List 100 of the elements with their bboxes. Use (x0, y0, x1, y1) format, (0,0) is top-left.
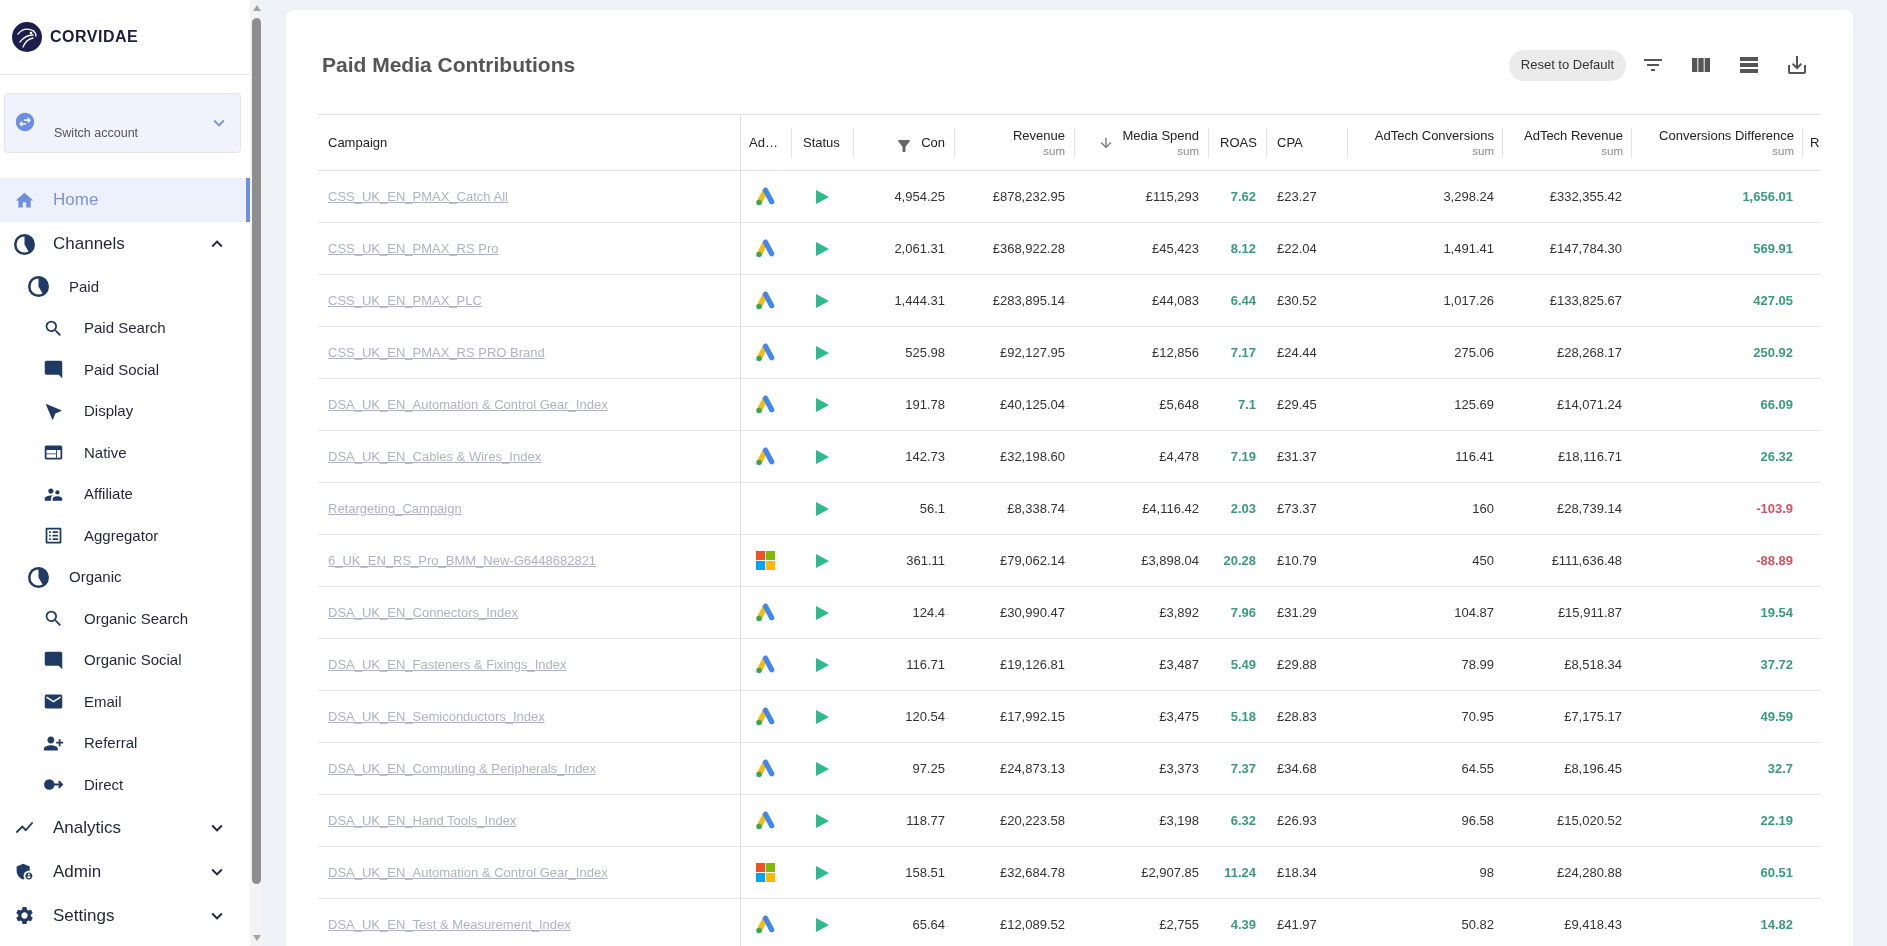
column-header[interactable]: ROAS (1209, 115, 1266, 170)
letter-a-logo-icon (755, 447, 776, 466)
nav-item[interactable]: Paid (0, 266, 250, 308)
conversions-value: 118.77 (906, 811, 945, 830)
account-switcher[interactable]: Switch account (4, 93, 241, 153)
cpa-value: £22.04 (1277, 239, 1317, 258)
pie-chart-icon (28, 276, 49, 298)
adtech-conversions-value: 50.82 (1461, 915, 1494, 934)
conversions-value: 65.64 (912, 915, 945, 934)
reset-button[interactable]: Reset to Default (1508, 49, 1626, 81)
nav-item[interactable]: Affiliate (0, 473, 250, 515)
revenue-value: £30,990.47 (999, 603, 1065, 622)
cpa-value: £24.44 (1277, 343, 1317, 362)
nav-item[interactable]: Direct (0, 764, 250, 806)
nav-item[interactable]: Display (0, 390, 250, 432)
conversions-value: 116.71 (906, 655, 945, 674)
adtech-conversions-value: 1,491.41 (1443, 239, 1494, 258)
nav-item[interactable]: Analytics (0, 805, 250, 850)
conversions-difference-value: -88.89 (1756, 551, 1793, 570)
nav-item[interactable]: Paid Search (0, 307, 250, 349)
adtech-conversions-value: 78.99 (1461, 655, 1494, 674)
media-spend-value: £2,755 (1159, 915, 1199, 934)
media-spend-value: £4,116.42 (1142, 499, 1199, 518)
conversions-difference-value: 32.7 (1767, 759, 1793, 778)
conversions-value: 120.54 (905, 707, 945, 726)
letter-a-logo-icon (755, 759, 776, 778)
column-header[interactable]: Media Spend sum (1075, 115, 1208, 170)
roas-value: 5.18 (1230, 707, 1256, 726)
adtech-revenue-value: £15,020.52 (1556, 811, 1622, 830)
media-spend-value: £115,293 (1145, 187, 1199, 206)
revenue-value: £92,127.95 (999, 343, 1065, 362)
revenue-value: £32,198.60 (999, 447, 1065, 466)
conversions-difference-value: 250.92 (1753, 343, 1793, 362)
scrollbar[interactable] (250, 0, 263, 946)
letter-a-logo-icon (755, 343, 776, 362)
download-icon[interactable] (1785, 53, 1809, 77)
revenue-value: £32,684.78 (999, 863, 1065, 882)
conversions-difference-value: 19.54 (1760, 603, 1793, 622)
nav-item[interactable]: Admin (0, 849, 250, 894)
conversions-value: 191.78 (905, 395, 945, 414)
speech-bubble-icon (43, 649, 64, 671)
conversions-value: 56.1 (919, 499, 945, 518)
adtech-revenue-value: £15,911.87 (1557, 603, 1622, 622)
adtech-revenue-value: £111,636.48 (1551, 551, 1622, 570)
column-header[interactable]: Con (854, 115, 954, 170)
adtech-conversions-value: 70.95 (1461, 707, 1494, 726)
four-squares-logo-icon (756, 863, 775, 882)
revenue-value: £878,232.95 (992, 187, 1065, 206)
nav-item[interactable]: Referral (0, 722, 250, 764)
roas-value: 7.17 (1230, 343, 1256, 362)
adtech-revenue-value: £9,418.43 (1564, 915, 1622, 934)
column-header[interactable]: AdTech Revenue sum (1503, 115, 1631, 170)
roas-value: 5.49 (1230, 655, 1256, 674)
column-header[interactable]: Conversions Difference sum (1632, 115, 1802, 170)
letter-a-logo-icon (755, 707, 776, 726)
cpa-value: £29.88 (1277, 655, 1317, 674)
adtech-revenue-value: £133,825.67 (1549, 291, 1622, 310)
column-header[interactable]: Ad… (741, 115, 791, 170)
adtech-conversions-value: 1,017.26 (1443, 291, 1494, 310)
adtech-conversions-value: 116.41 (1455, 447, 1494, 466)
letter-a-logo-icon (755, 395, 776, 414)
roas-value: 6.32 (1230, 811, 1256, 830)
conversions-value: 97.25 (912, 759, 945, 778)
column-header[interactable]: R (1803, 115, 1821, 170)
nav-item[interactable]: Channels (0, 222, 250, 266)
cpa-value: £18.34 (1277, 863, 1317, 882)
cpa-value: £31.29 (1277, 603, 1317, 622)
nav-item[interactable]: Organic Social (0, 639, 250, 681)
nav-item[interactable]: Settings (0, 893, 250, 938)
conversions-difference-value: 569.91 (1753, 239, 1793, 258)
letter-a-logo-icon (755, 915, 776, 934)
media-spend-value: £3,487 (1159, 655, 1199, 674)
nav-item[interactable]: Email (0, 681, 250, 723)
conversions-difference-value: 26.32 (1760, 447, 1793, 466)
nav-item[interactable]: Native (0, 432, 250, 474)
revenue-value: £19,126.81 (999, 655, 1065, 674)
revenue-value: £368,922.28 (992, 239, 1065, 258)
cpa-value: £28.83 (1277, 707, 1317, 726)
nav-item[interactable]: Organic Search (0, 598, 250, 640)
media-spend-value: £3,898.04 (1141, 551, 1199, 570)
letter-a-logo-icon (755, 811, 776, 830)
adtech-revenue-value: £14,071.24 (1556, 395, 1622, 414)
conversions-difference-value: 427.05 (1753, 291, 1793, 310)
column-header[interactable]: Revenue sum (955, 115, 1074, 170)
scrollbar-thumb[interactable] (252, 18, 261, 884)
conversions-value: 142.73 (905, 447, 945, 466)
column-header[interactable]: Campaign (318, 115, 740, 170)
nav-item[interactable]: Paid Social (0, 349, 250, 391)
adtech-revenue-value: £8,518.34 (1564, 655, 1622, 674)
conversions-difference-value: 22.19 (1760, 811, 1793, 830)
conversions-value: 158.51 (905, 863, 945, 882)
nav-item[interactable]: Organic (0, 556, 250, 598)
column-header[interactable]: AdTech Conversions sum (1348, 115, 1502, 170)
conversions-difference-value: 66.09 (1760, 395, 1793, 414)
conversions-value: 4,954.25 (894, 187, 945, 206)
column-header[interactable]: Status (792, 115, 853, 170)
adtech-conversions-value: 64.55 (1461, 759, 1494, 778)
column-header[interactable]: CPA (1267, 115, 1347, 170)
roas-value: 7.37 (1230, 759, 1256, 778)
nav-item[interactable]: Aggregator (0, 515, 250, 557)
